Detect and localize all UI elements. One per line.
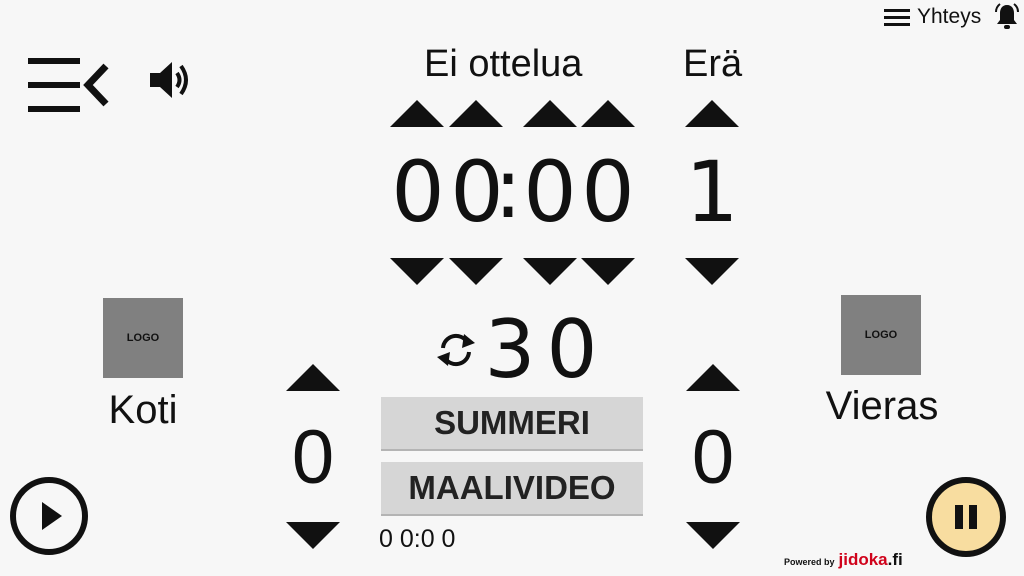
away-score-up-button[interactable] bbox=[686, 364, 740, 391]
powered-by-brand: Powered by jidoka.fi bbox=[784, 550, 903, 570]
powered-by-label: Powered by bbox=[784, 557, 835, 567]
clock-digit2-up-button[interactable] bbox=[449, 100, 503, 127]
buzzer-button[interactable]: SUMMERI bbox=[381, 397, 643, 451]
clock-digit4-down-button[interactable] bbox=[581, 258, 635, 285]
shot-clock-digit-1: 3 bbox=[484, 303, 536, 396]
clock-digit1-down-button[interactable] bbox=[390, 258, 444, 285]
brand-logo: jidoka.fi bbox=[838, 550, 903, 569]
secondary-time: 0 0:0 0 bbox=[379, 525, 456, 553]
period-down-button[interactable] bbox=[685, 258, 739, 285]
period-value: 1 bbox=[685, 143, 739, 241]
clock-digit-4: 0 bbox=[581, 143, 635, 241]
pause-button[interactable] bbox=[926, 477, 1006, 557]
clock-digit4-up-button[interactable] bbox=[581, 100, 635, 127]
clock-digit2-down-button[interactable] bbox=[449, 258, 503, 285]
period-label: Erä bbox=[683, 43, 743, 85]
home-team-name: Koti bbox=[108, 388, 178, 432]
clock-digit-1: 0 bbox=[391, 143, 445, 241]
bell-icon[interactable] bbox=[994, 3, 1020, 31]
clock-digit3-up-button[interactable] bbox=[523, 100, 577, 127]
away-score: 0 bbox=[691, 415, 735, 500]
refresh-icon[interactable] bbox=[431, 330, 481, 370]
away-logo: LOGO bbox=[841, 295, 921, 375]
away-team-name: Vieras bbox=[825, 384, 939, 428]
collapse-menu-icon[interactable] bbox=[28, 58, 110, 112]
home-score: 0 bbox=[291, 415, 335, 500]
clock-digit-3: 0 bbox=[523, 143, 577, 241]
period-up-button[interactable] bbox=[685, 100, 739, 127]
pause-icon bbox=[955, 505, 977, 529]
clock-digit3-down-button[interactable] bbox=[523, 258, 577, 285]
home-logo: LOGO bbox=[103, 298, 183, 378]
connection-menu[interactable]: Yhteys bbox=[884, 4, 981, 30]
match-title: Ei ottelua bbox=[424, 43, 583, 85]
away-score-down-button[interactable] bbox=[686, 522, 740, 549]
speaker-icon[interactable] bbox=[150, 60, 194, 100]
play-button[interactable] bbox=[10, 477, 88, 555]
home-score-up-button[interactable] bbox=[286, 364, 340, 391]
home-score-down-button[interactable] bbox=[286, 522, 340, 549]
goal-video-button[interactable]: MAALIVIDEO bbox=[381, 462, 643, 516]
clock-digit1-up-button[interactable] bbox=[390, 100, 444, 127]
play-icon bbox=[42, 502, 62, 530]
hamburger-icon bbox=[884, 9, 910, 26]
shot-clock-digit-2: 0 bbox=[546, 303, 598, 396]
connection-label: Yhteys bbox=[917, 5, 982, 28]
